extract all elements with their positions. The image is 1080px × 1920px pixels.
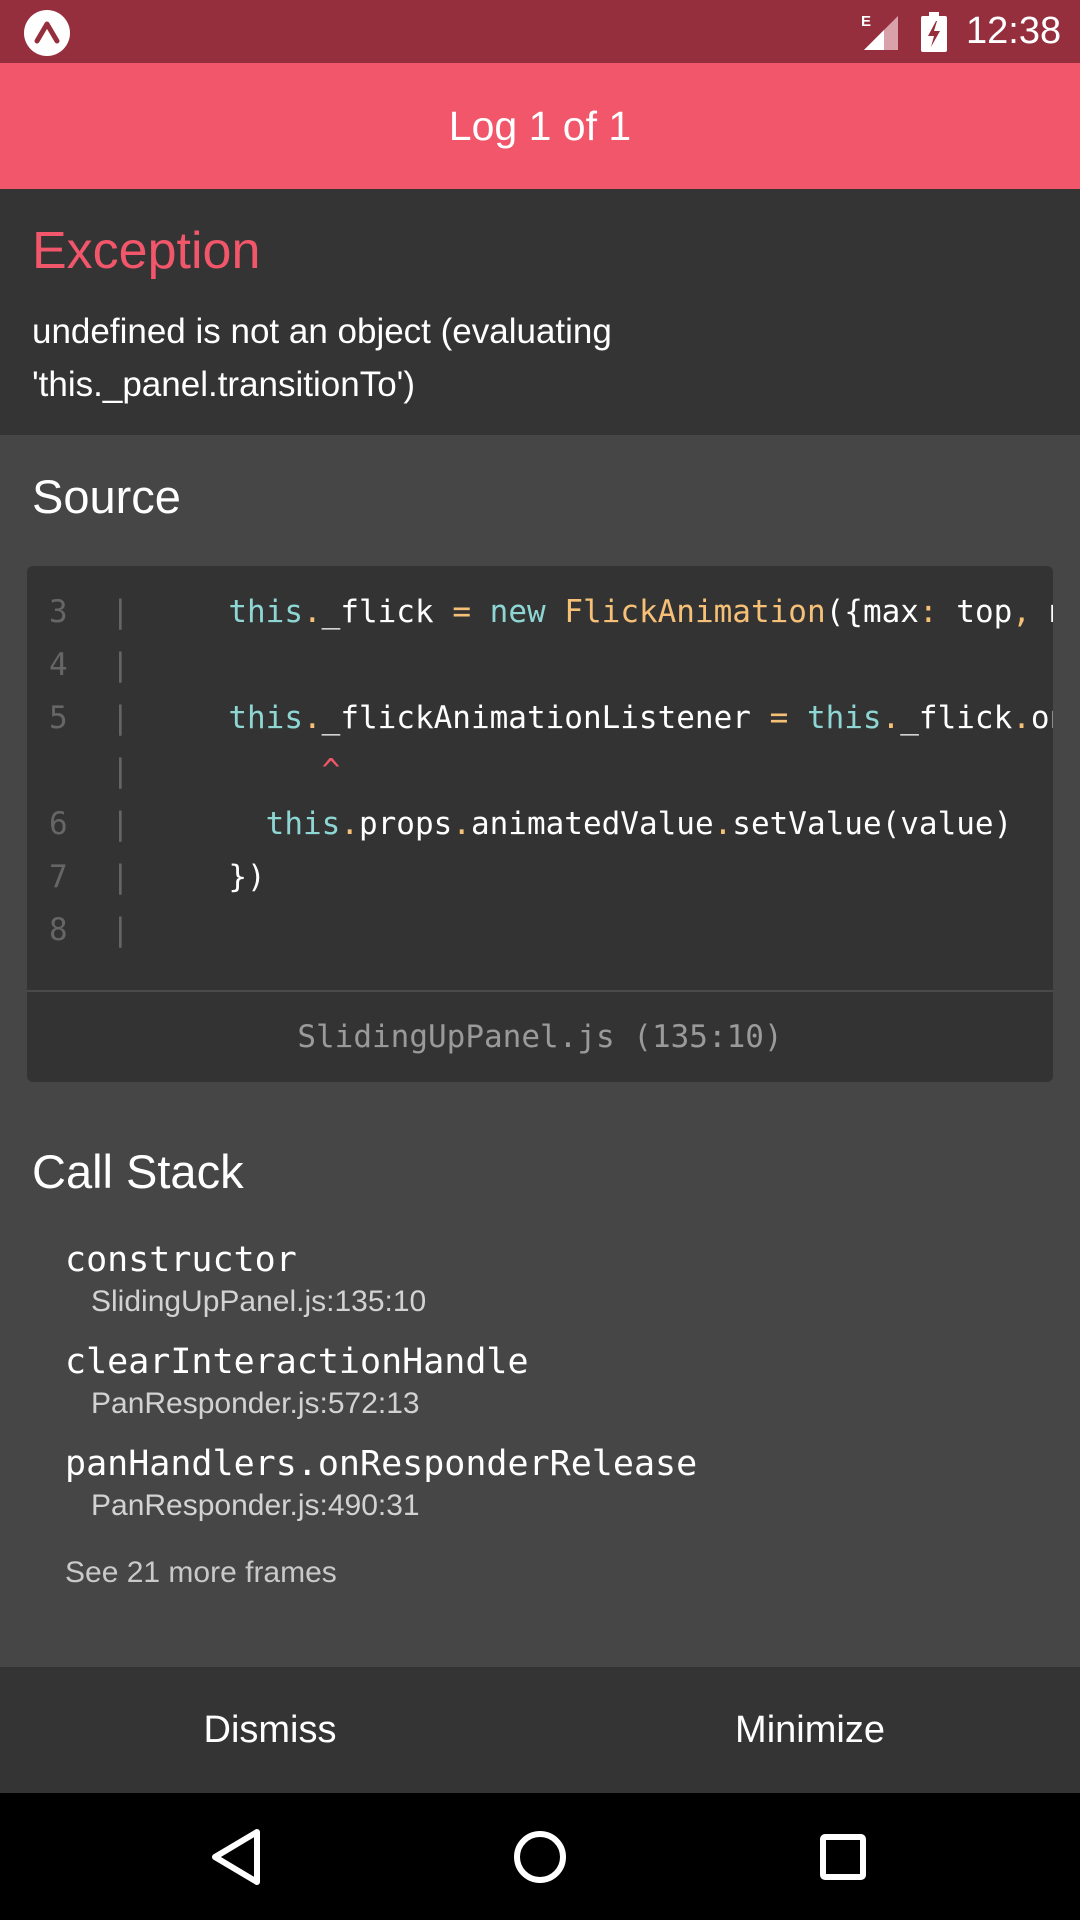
exception-message: undefined is not an object (evaluating '… <box>32 305 672 411</box>
signal-icon: E <box>861 13 898 50</box>
line-number: 4 <box>49 647 68 683</box>
home-icon[interactable] <box>507 1824 573 1890</box>
error-caret: ^ <box>135 753 341 789</box>
navigation-bar <box>0 1793 1080 1920</box>
stack-frame[interactable]: constructor SlidingUpPanel.js:135:10 <box>65 1238 426 1322</box>
code-text: this._flickAnimationListener = this._fli… <box>228 700 1053 736</box>
line-number: 7 <box>49 859 68 895</box>
source-code-frame[interactable]: 3 | this._flick = new FlickAnimation({max… <box>27 566 1053 1082</box>
action-bar: Dismiss Minimize <box>0 1667 1080 1793</box>
line-number: 6 <box>49 806 68 842</box>
frame-location: SlidingUpPanel.js:135:10 <box>91 1285 427 1318</box>
code-text: this._flick = new FlickAnimation({max: t… <box>228 594 1053 630</box>
clock: 12:38 <box>966 10 1062 52</box>
code-text: }) <box>135 859 266 895</box>
code-line: 7 | }) <box>27 851 1053 904</box>
source-heading: Source <box>32 470 181 523</box>
minimize-button[interactable]: Minimize <box>540 1667 1080 1793</box>
see-more-frames-link[interactable]: See 21 more frames <box>65 1553 337 1593</box>
dismiss-button[interactable]: Dismiss <box>0 1667 540 1793</box>
network-type-label: E <box>861 13 871 30</box>
code-line: 3 | this._flick = new FlickAnimation({max… <box>27 586 1053 639</box>
exception-message-line: 'this._panel.transitionTo') <box>32 365 416 404</box>
expo-logo-icon <box>24 10 70 56</box>
code-text: this.props.animatedValue.setValue(value) <box>265 806 1013 842</box>
exception-panel: Exception undefined is not an object (ev… <box>0 189 1080 435</box>
code-line: 5 | this._flickAnimationListener = this._… <box>27 692 1053 745</box>
exception-title: Exception <box>32 222 261 280</box>
recent-apps-icon[interactable] <box>810 1824 876 1890</box>
code-line: 8 | <box>27 904 1053 957</box>
frame-location: PanResponder.js:490:31 <box>91 1489 420 1522</box>
exception-message-line: undefined is not an object (evaluating <box>32 312 612 351</box>
source-file-location: SlidingUpPanel.js (135:10) <box>297 1019 783 1055</box>
frame-function: constructor <box>65 1240 297 1280</box>
line-number: 5 <box>49 700 68 736</box>
divider <box>27 990 1053 992</box>
log-counter-header: Log 1 of 1 <box>0 63 1080 189</box>
stack-frame[interactable]: clearInteractionHandle PanResponder.js:5… <box>65 1340 529 1424</box>
frame-function: clearInteractionHandle <box>65 1342 529 1382</box>
code-line: | ^ <box>111 753 341 789</box>
back-icon[interactable] <box>203 1824 269 1890</box>
line-number: 8 <box>49 912 68 948</box>
battery-charging-icon <box>921 12 947 52</box>
line-number: 3 <box>49 594 68 630</box>
code-line: 6 | this.props.animatedValue.setValue(val… <box>27 798 1053 851</box>
status-bar: E 12:38 <box>0 0 1080 63</box>
stack-frame[interactable]: panHandlers.onResponderRelease PanRespon… <box>65 1442 697 1526</box>
call-stack-heading: Call Stack <box>32 1145 244 1198</box>
frame-location: PanResponder.js:572:13 <box>91 1387 420 1420</box>
frame-function: panHandlers.onResponderRelease <box>65 1444 698 1484</box>
code-line: 4 | <box>27 639 1053 692</box>
